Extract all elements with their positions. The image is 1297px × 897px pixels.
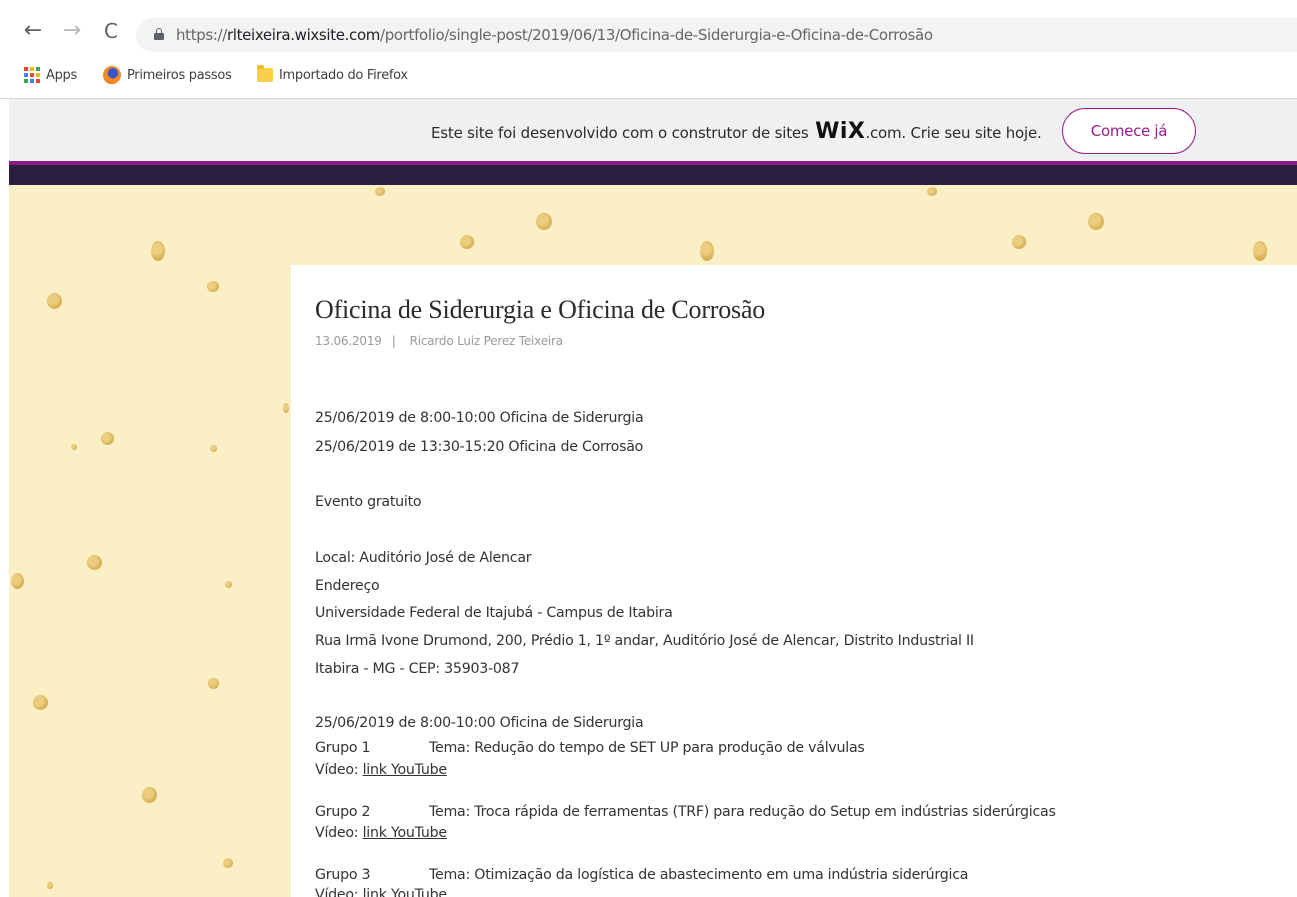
- decorative-dot: [1012, 235, 1026, 249]
- address-line: Rua Irmã Ivone Drumond, 200, Prédio 1, 1…: [315, 633, 974, 649]
- decorative-dot: [1088, 213, 1104, 230]
- back-arrow-icon[interactable]: ←: [22, 20, 44, 42]
- blog-post: Oficina de Siderurgia e Oficina de Corro…: [291, 265, 1297, 897]
- decorative-dot: [71, 444, 77, 450]
- group-line: Grupo 1 Tema: Redução do tempo de SET UP …: [315, 740, 865, 756]
- firefox-icon: [103, 66, 121, 84]
- post-meta: 13.06.2019 | Ricardo Luiz Perez Teixeira: [315, 334, 563, 348]
- decorative-dot: [142, 787, 157, 803]
- section-heading: 25/06/2019 de 8:00-10:00 Oficina de Side…: [315, 715, 644, 731]
- decorative-dot: [225, 581, 232, 588]
- youtube-link[interactable]: link YouTube: [363, 887, 448, 897]
- video-label: Vídeo:: [315, 887, 363, 897]
- bookmarks-bar: Apps Primeiros passos Importado do Firef…: [0, 62, 1297, 88]
- group-theme: Tema: Redução do tempo de SET UP para pr…: [429, 740, 865, 756]
- bookmark-importado-firefox[interactable]: Importado do Firefox: [257, 64, 408, 86]
- group-theme: Tema: Otimização da logística de abastec…: [429, 867, 969, 883]
- decorative-dot: [927, 187, 937, 196]
- decorative-dot: [1253, 241, 1267, 261]
- youtube-link[interactable]: link YouTube: [363, 762, 448, 778]
- address-line: Itabira - MG - CEP: 35903-087: [315, 661, 520, 677]
- decorative-dot: [207, 281, 219, 292]
- reload-icon[interactable]: C: [100, 20, 122, 42]
- bookmark-label: Importado do Firefox: [279, 67, 408, 83]
- site-header-strip: [9, 165, 1297, 185]
- youtube-link[interactable]: link YouTube: [363, 825, 448, 841]
- decorative-dot: [375, 187, 385, 196]
- url-path: /portfolio/single-post/2019/06/13/Oficin…: [380, 26, 933, 44]
- group-name: Grupo 2: [315, 804, 371, 820]
- decorative-dot: [11, 573, 24, 589]
- forward-arrow-icon[interactable]: →: [61, 20, 83, 42]
- decorative-dot: [536, 213, 552, 230]
- video-line: Vídeo: link YouTube: [315, 825, 447, 841]
- group-name: Grupo 3: [315, 867, 371, 883]
- video-line: Vídeo: link YouTube: [315, 887, 447, 897]
- comece-ja-button[interactable]: Comece já: [1062, 108, 1196, 154]
- decorative-dot: [47, 293, 62, 309]
- bookmark-label: Primeiros passos: [127, 67, 232, 83]
- url-scheme: https://: [176, 26, 227, 44]
- post-title: Oficina de Siderurgia e Oficina de Corro…: [315, 295, 766, 324]
- wix-banner-text: Este site foi desenvolvido com o constru…: [431, 119, 1042, 144]
- wix-text-before: Este site foi desenvolvido com o constru…: [431, 124, 814, 142]
- address-line: Universidade Federal de Itajubá - Campus…: [315, 605, 673, 621]
- decorative-dot: [700, 241, 714, 261]
- bookmark-label: Apps: [46, 67, 77, 83]
- decorative-dot: [460, 235, 474, 249]
- decorative-dot: [33, 695, 48, 710]
- group-line: Grupo 3 Tema: Otimização da logística de …: [315, 867, 968, 883]
- decorative-dot: [208, 678, 219, 689]
- lock-icon: [154, 28, 164, 40]
- decorative-dot: [210, 445, 217, 452]
- venue-line: Local: Auditório José de Alencar: [315, 550, 532, 566]
- bookmark-apps[interactable]: Apps: [24, 64, 77, 86]
- group-line: Grupo 2 Tema: Troca rápida de ferramentas…: [315, 804, 1056, 820]
- decorative-dot: [101, 432, 114, 445]
- decorative-dot: [87, 555, 102, 570]
- decorative-dot: [151, 241, 165, 261]
- video-line: Vídeo: link YouTube: [315, 762, 447, 778]
- decorative-dot: [283, 403, 289, 413]
- apps-grid-icon: [24, 67, 40, 83]
- meta-separator: |: [391, 334, 396, 348]
- decorative-dot: [223, 858, 233, 868]
- group-name: Grupo 1: [315, 740, 371, 756]
- schedule-line: 25/06/2019 de 8:00-10:00 Oficina de Side…: [315, 410, 644, 426]
- bookmark-primeiros-passos[interactable]: Primeiros passos: [103, 64, 232, 86]
- wix-logo[interactable]: WiX: [815, 119, 865, 144]
- url-host: rlteixeira.wixsite.com: [226, 26, 381, 44]
- video-label: Vídeo:: [315, 825, 363, 841]
- video-label: Vídeo:: [315, 762, 363, 778]
- folder-icon: [257, 65, 273, 82]
- address-heading: Endereço: [315, 578, 380, 594]
- url-text[interactable]: https://rlteixeira.wixsite.com/portfolio…: [176, 26, 933, 44]
- wix-text-after: .com. Crie seu site hoje.: [865, 124, 1042, 142]
- post-date: 13.06.2019: [315, 334, 382, 348]
- schedule-line: 25/06/2019 de 13:30-15:20 Oficina de Cor…: [315, 439, 644, 455]
- decorative-dot: [47, 882, 53, 889]
- group-theme: Tema: Troca rápida de ferramentas (TRF) …: [429, 804, 1056, 820]
- post-author[interactable]: Ricardo Luiz Perez Teixeira: [410, 334, 564, 348]
- address-bar[interactable]: https://rlteixeira.wixsite.com/portfolio…: [136, 18, 1297, 52]
- browser-toolbar: ← → C https://rlteixeira.wixsite.com/por…: [0, 0, 1297, 68]
- wix-banner: Este site foi desenvolvido com o constru…: [9, 99, 1297, 161]
- free-event-line: Evento gratuito: [315, 494, 422, 510]
